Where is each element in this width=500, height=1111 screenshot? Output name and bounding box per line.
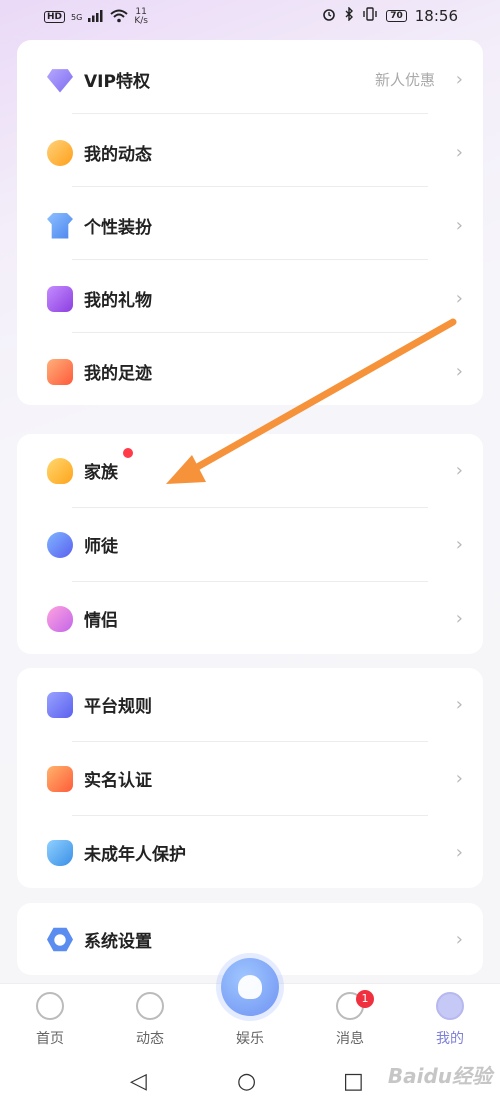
document-icon	[47, 691, 73, 718]
chevron-right-icon: ›	[455, 842, 463, 863]
signal-icon: 5G	[71, 12, 83, 22]
gift-icon	[47, 285, 73, 312]
wifi-icon	[110, 9, 128, 26]
menu-card-2: 家族 › 师徒 › 情侣 ›	[17, 434, 483, 654]
chevron-right-icon: ›	[455, 929, 463, 950]
back-button[interactable]: ◁	[130, 1069, 147, 1094]
menu-label: 实名认证	[84, 771, 152, 791]
menu-card-1: VIP特权 新人优惠 › 我的动态 › 个性装扮 › 我的礼物 › 我的足迹 ›	[17, 40, 483, 405]
chevron-right-icon: ›	[455, 142, 463, 163]
menu-item-my-gifts[interactable]: 我的礼物 ›	[17, 262, 483, 335]
menu-card-3: 平台规则 › 实名认证 › 未成年人保护 ›	[17, 668, 483, 888]
tab-dynamic[interactable]: 动态	[100, 984, 200, 1056]
settings-icon	[47, 927, 73, 952]
menu-item-dress-up[interactable]: 个性装扮 ›	[17, 189, 483, 262]
tab-label: 动态	[136, 1031, 164, 1047]
planet-icon	[136, 992, 164, 1020]
home-button[interactable]: ○	[237, 1069, 256, 1094]
entertainment-center-button[interactable]	[221, 958, 279, 1016]
vibrate-icon	[362, 7, 378, 25]
divider	[72, 332, 428, 333]
tab-label: 娱乐	[236, 1031, 264, 1047]
tab-profile[interactable]: 我的	[400, 984, 500, 1056]
status-left: HD 5G 11 K/s	[44, 8, 148, 26]
vip-promo-text: 新人优惠	[374, 71, 435, 89]
menu-item-minor-protection[interactable]: 未成年人保护 ›	[17, 816, 483, 889]
menu-item-platform-rules[interactable]: 平台规则 ›	[17, 668, 483, 741]
notification-dot	[123, 448, 133, 458]
tab-home[interactable]: 首页	[0, 984, 100, 1056]
profile-icon	[436, 992, 464, 1020]
hd-indicator: HD	[44, 11, 66, 23]
menu-label: 情侣	[84, 611, 118, 631]
hearts-icon	[47, 605, 73, 632]
watermark: Baidu经验	[387, 1064, 492, 1088]
chevron-right-icon: ›	[455, 694, 463, 715]
tab-label: 我的	[436, 1031, 464, 1047]
chevron-right-icon: ›	[455, 69, 463, 90]
id-badge-icon	[47, 765, 73, 792]
divider	[72, 113, 428, 114]
menu-label: 师徒	[84, 537, 118, 557]
network-speed: 11 K/s	[134, 8, 148, 26]
recent-apps-button[interactable]: □	[343, 1069, 364, 1094]
menu-label: 平台规则	[84, 697, 152, 717]
shirt-icon	[47, 212, 73, 239]
status-bar: HD 5G 11 K/s 70 18:56	[0, 0, 500, 36]
menu-item-vip[interactable]: VIP特权 新人优惠 ›	[17, 43, 483, 116]
menu-item-real-name[interactable]: 实名认证 ›	[17, 742, 483, 815]
speed-unit: K/s	[134, 16, 148, 26]
menu-label: 我的动态	[84, 145, 152, 165]
clock: 18:56	[414, 7, 458, 25]
menu-label: VIP特权	[84, 72, 150, 92]
menu-item-couple[interactable]: 情侣 ›	[17, 582, 483, 655]
signal-bars-icon	[88, 9, 104, 25]
menu-item-my-dynamic[interactable]: 我的动态 ›	[17, 116, 483, 189]
battery-icon: 70	[386, 10, 407, 22]
shield-icon	[47, 839, 73, 866]
chevron-right-icon: ›	[455, 460, 463, 481]
tab-messages[interactable]: 1 消息	[300, 984, 400, 1056]
menu-label: 未成年人保护	[84, 845, 186, 865]
chevron-right-icon: ›	[455, 361, 463, 382]
footprint-icon	[47, 358, 73, 385]
menu-label: 我的礼物	[84, 291, 152, 311]
menu-label: 家族	[84, 463, 118, 483]
menu-item-footprint[interactable]: 我的足迹 ›	[17, 335, 483, 408]
home-icon	[36, 992, 64, 1020]
menu-label: 个性装扮	[84, 218, 152, 238]
tab-label: 消息	[336, 1031, 364, 1047]
tab-label: 首页	[36, 1031, 64, 1047]
chevron-right-icon: ›	[455, 215, 463, 236]
chevron-right-icon: ›	[455, 288, 463, 309]
dynamic-icon	[47, 139, 73, 166]
medal-icon	[47, 457, 73, 484]
divider	[72, 259, 428, 260]
bluetooth-icon	[344, 6, 354, 25]
menu-label: 我的足迹	[84, 364, 152, 384]
divider	[72, 186, 428, 187]
alarm-icon	[322, 7, 336, 25]
people-icon	[47, 531, 73, 558]
chevron-right-icon: ›	[455, 768, 463, 789]
message-badge: 1	[356, 990, 374, 1008]
chevron-right-icon: ›	[455, 534, 463, 555]
status-right: 70 18:56	[322, 6, 458, 25]
menu-item-mentor[interactable]: 师徒 ›	[17, 508, 483, 581]
menu-label: 系统设置	[84, 932, 152, 952]
menu-item-family[interactable]: 家族 ›	[17, 434, 483, 507]
entertainment-icon	[238, 975, 262, 999]
chevron-right-icon: ›	[455, 608, 463, 629]
diamond-icon	[47, 69, 73, 93]
